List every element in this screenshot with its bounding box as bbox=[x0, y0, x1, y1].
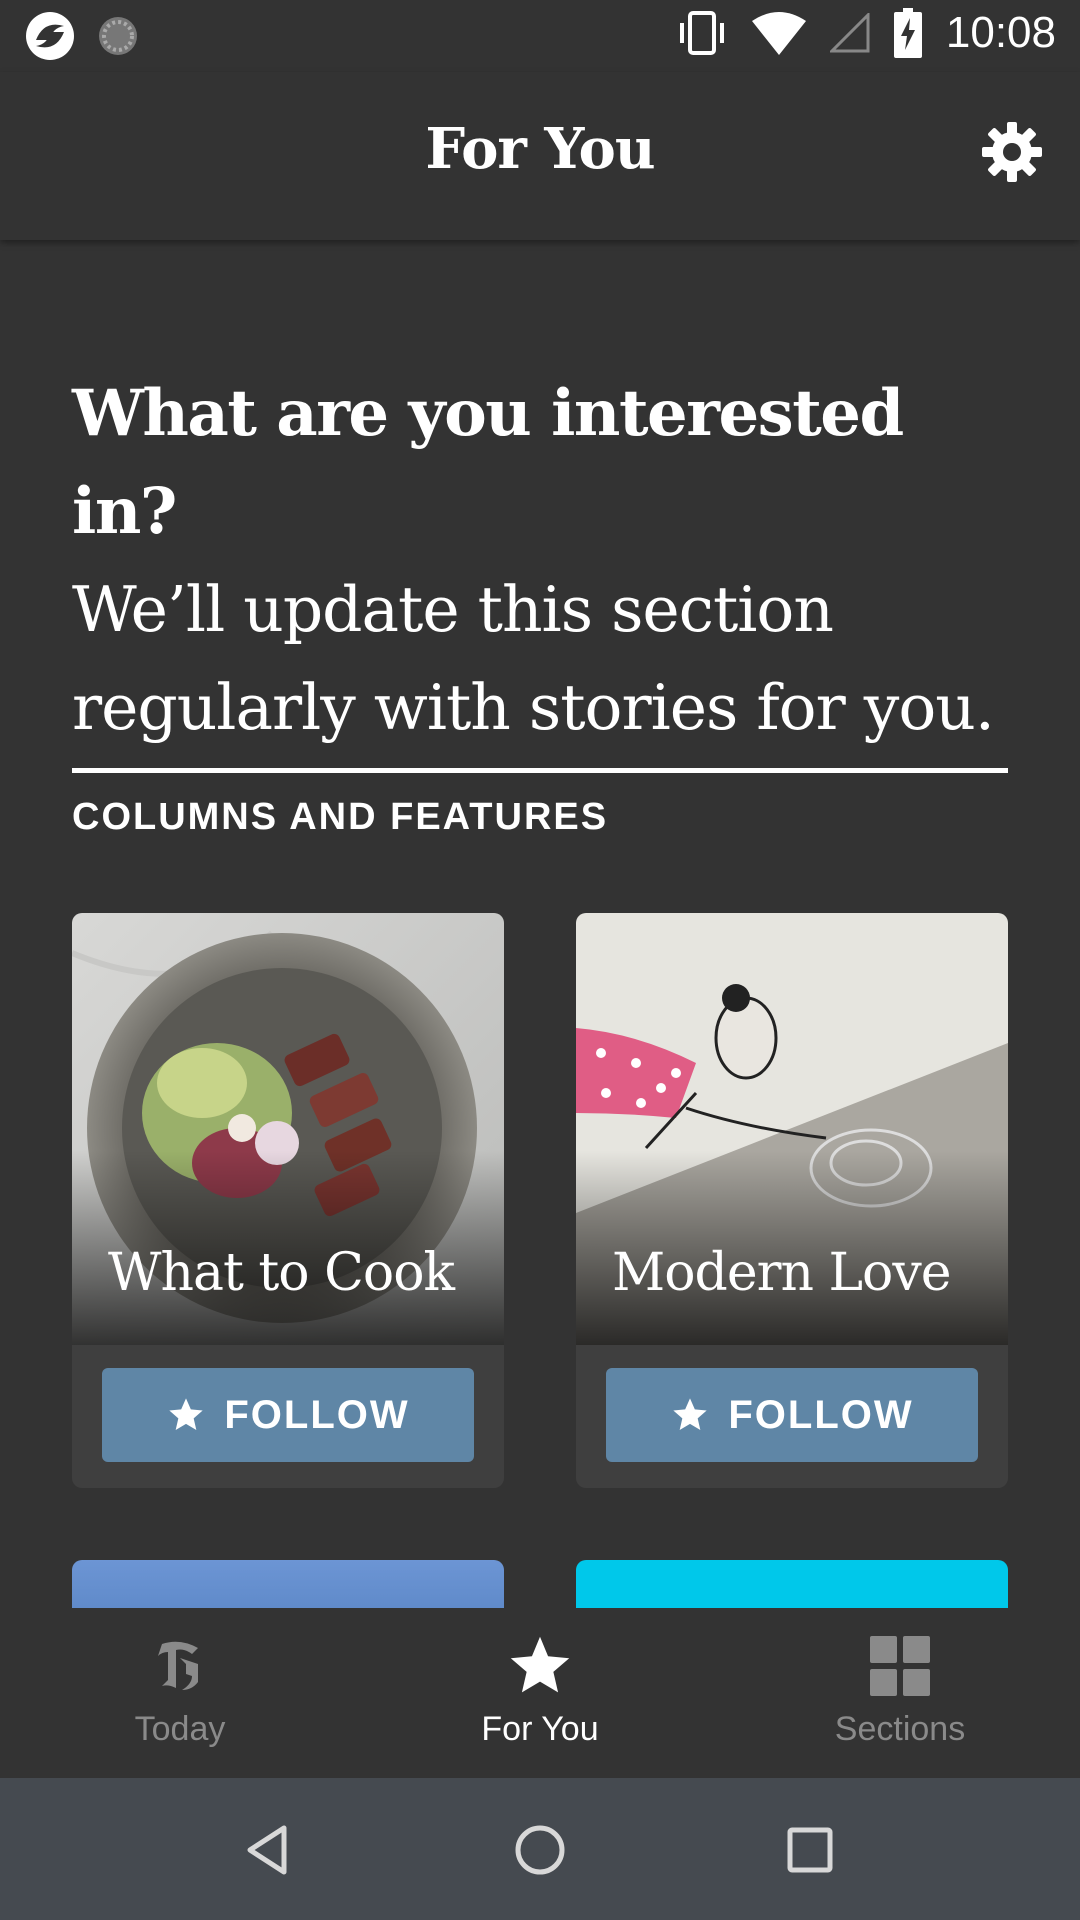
page-title: For You bbox=[425, 116, 655, 182]
nyt-logo-icon bbox=[158, 1641, 198, 1690]
nav-label: For You bbox=[481, 1710, 599, 1748]
app-notification-icon bbox=[26, 12, 74, 60]
section-divider bbox=[72, 768, 1008, 773]
intro-block: What are you interested in? We’ll update… bbox=[72, 365, 1012, 757]
recents-icon[interactable] bbox=[778, 1818, 842, 1882]
cellular-signal-icon bbox=[829, 13, 870, 53]
feature-card-peek[interactable] bbox=[576, 1560, 1008, 1608]
follow-label: FOLLOW bbox=[224, 1392, 410, 1437]
feature-card-peek[interactable] bbox=[72, 1560, 504, 1608]
nav-item-sections[interactable]: Sections bbox=[720, 1608, 1080, 1778]
back-icon[interactable] bbox=[238, 1818, 302, 1882]
card-title: Modern Love bbox=[612, 1243, 951, 1303]
sync-icon bbox=[99, 17, 137, 55]
nav-item-for-you[interactable]: For You bbox=[360, 1608, 720, 1778]
for-you-feed[interactable]: What are you interested in? We’ll update… bbox=[0, 240, 1080, 1608]
intro-body: We’ll update this section regularly with… bbox=[72, 573, 995, 744]
follow-button[interactable]: FOLLOW bbox=[606, 1368, 978, 1462]
battery-charging-icon bbox=[893, 8, 922, 58]
star-icon bbox=[673, 1398, 708, 1430]
home-icon[interactable] bbox=[508, 1818, 572, 1882]
star-icon bbox=[510, 1636, 570, 1693]
gear-icon[interactable] bbox=[980, 120, 1044, 184]
app-bar: For You bbox=[0, 72, 1080, 240]
card-title: What to Cook bbox=[108, 1243, 455, 1303]
vibrate-icon bbox=[679, 11, 724, 55]
follow-button[interactable]: FOLLOW bbox=[102, 1368, 474, 1462]
bottom-navigation: Today For You Sections bbox=[0, 1608, 1080, 1778]
system-navigation-bar bbox=[0, 1778, 1080, 1920]
feature-card-what-to-cook[interactable]: What to Cook FOLLOW bbox=[72, 913, 504, 1488]
feature-card-modern-love[interactable]: Modern Love FOLLOW bbox=[576, 913, 1008, 1488]
section-label: COLUMNS AND FEATURES bbox=[72, 796, 609, 838]
nav-label: Sections bbox=[834, 1710, 966, 1748]
wifi-icon bbox=[751, 12, 806, 55]
grid-icon bbox=[870, 1636, 930, 1696]
nav-item-today[interactable]: Today bbox=[0, 1608, 360, 1778]
status-bar: 10:08 bbox=[0, 0, 1080, 72]
follow-label: FOLLOW bbox=[728, 1392, 914, 1437]
nav-label: Today bbox=[134, 1710, 226, 1748]
intro-heading: What are you interested in? bbox=[72, 376, 904, 549]
star-icon bbox=[169, 1398, 204, 1430]
status-time: 10:08 bbox=[945, 8, 1056, 57]
